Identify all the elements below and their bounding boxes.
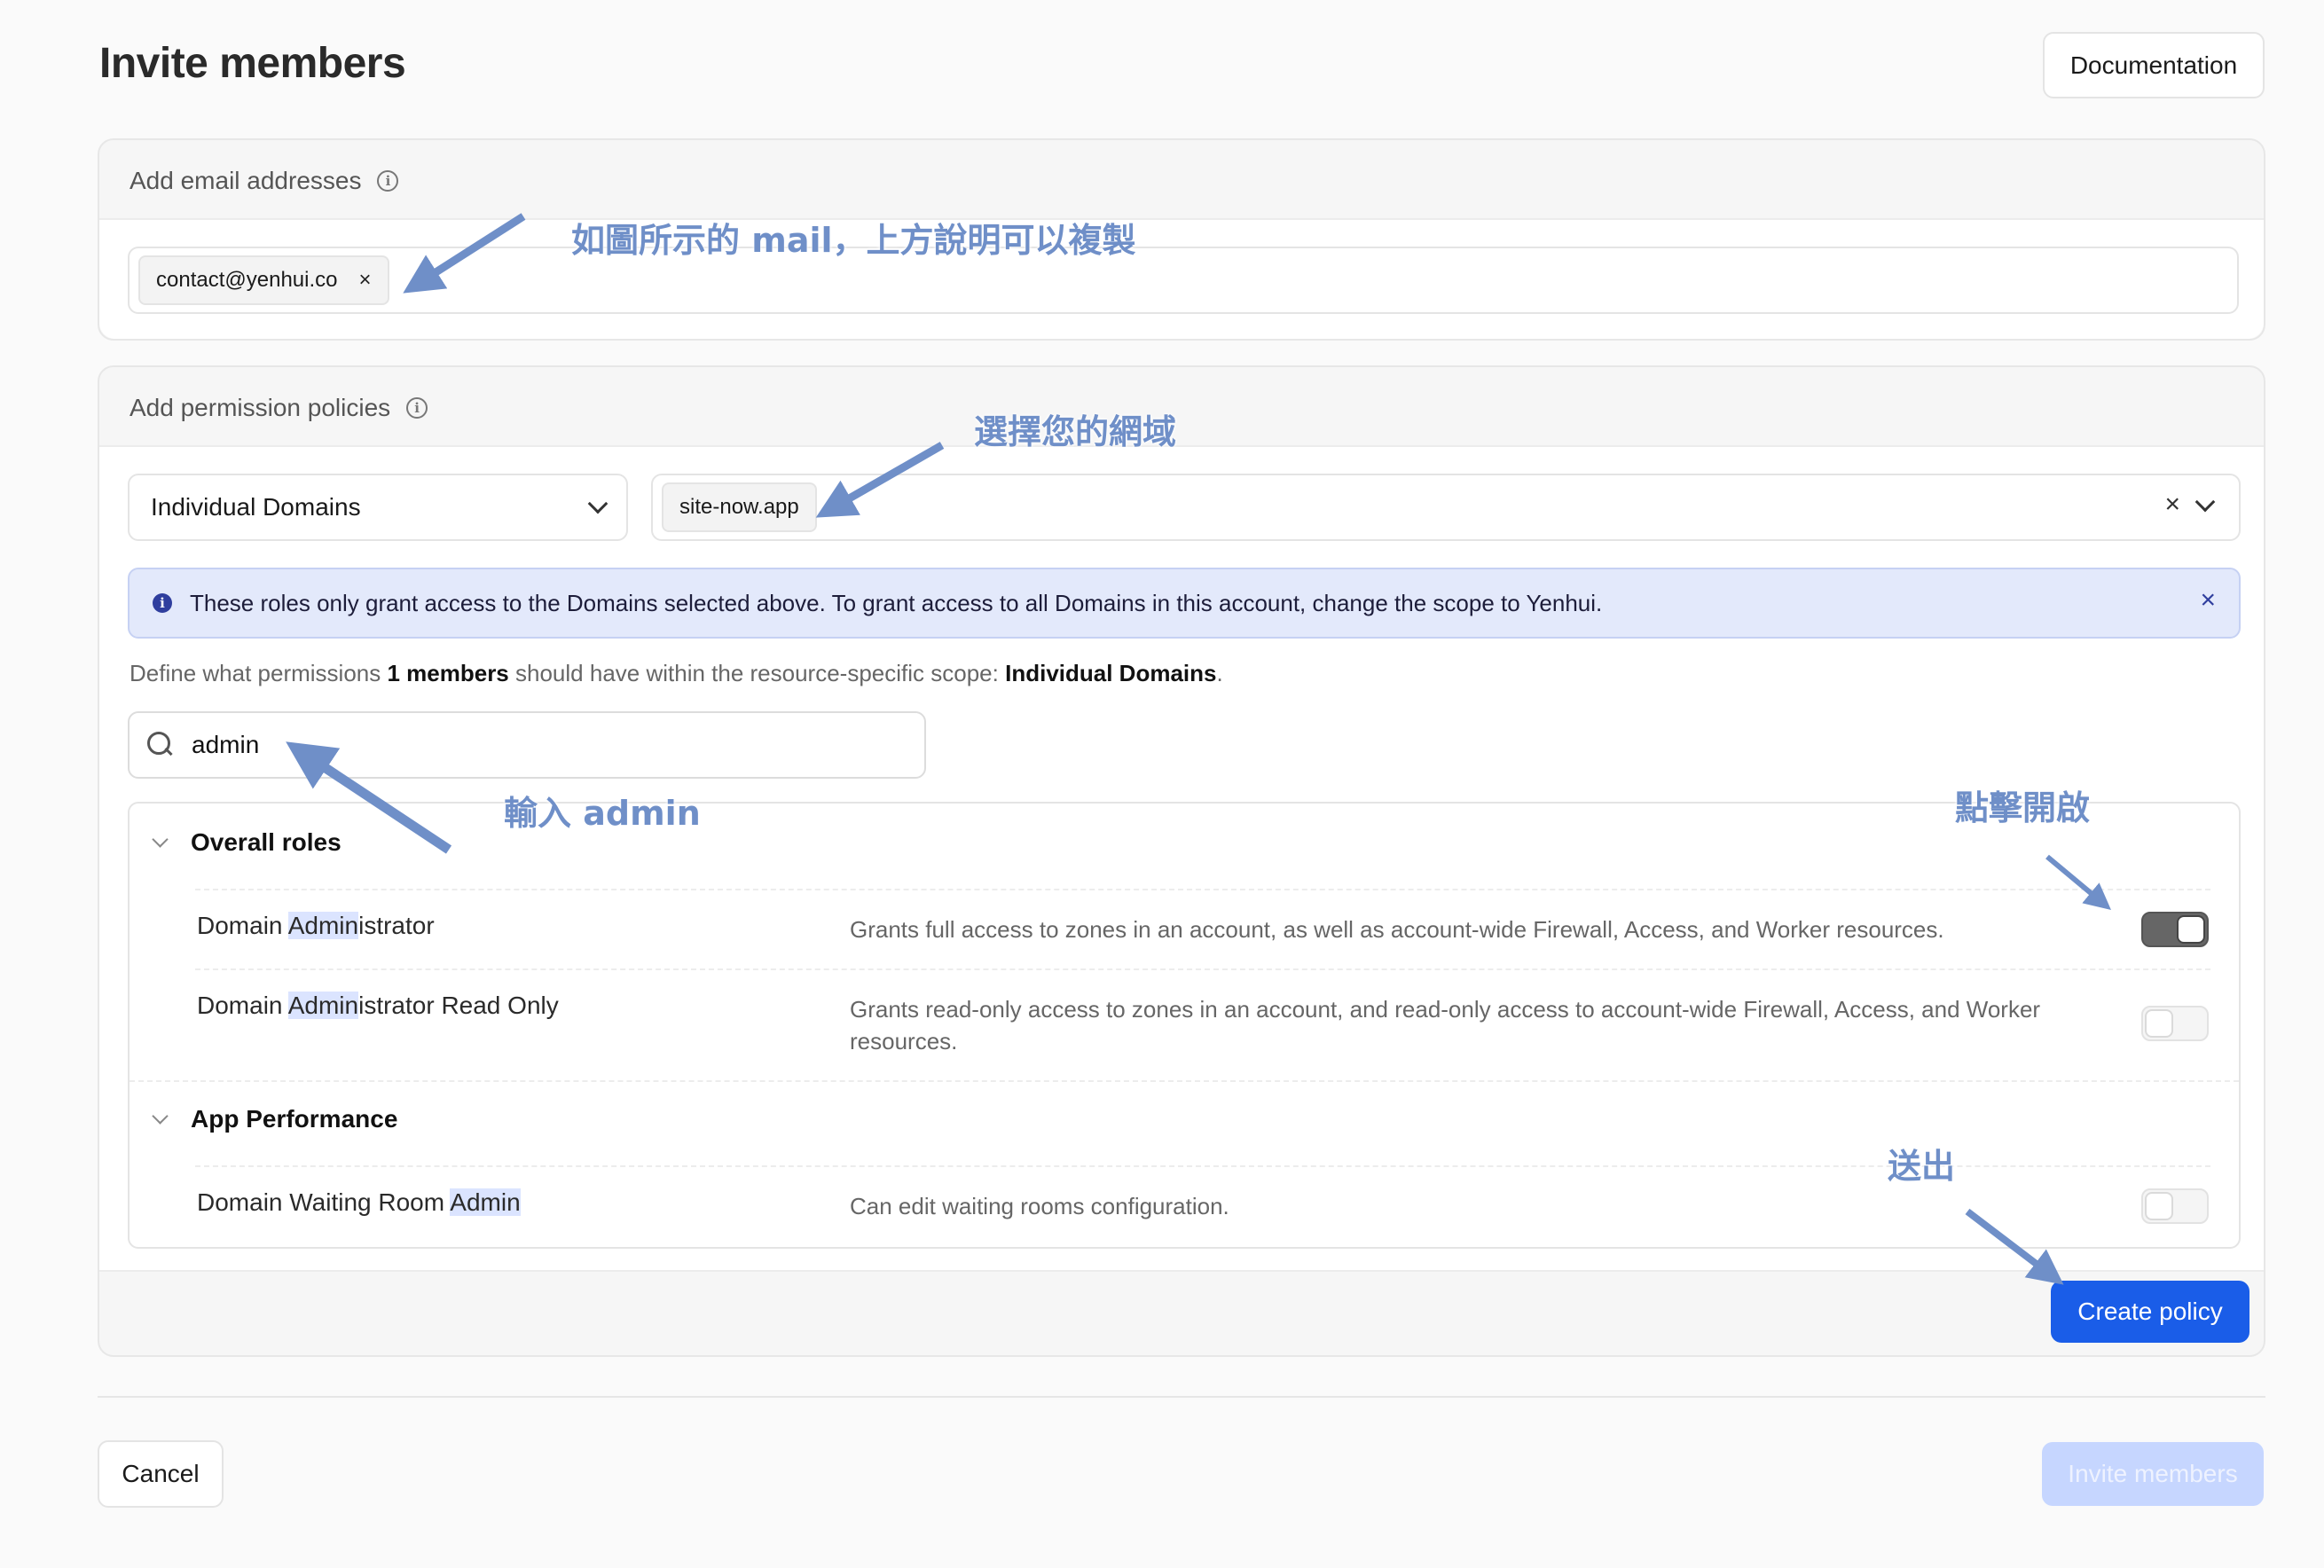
define-scope: Individual Domains (1005, 660, 1217, 686)
role-name: Domain Administrator Read Only (197, 992, 559, 1020)
close-icon[interactable]: × (2200, 585, 2216, 615)
documentation-button[interactable]: Documentation (2043, 32, 2265, 98)
role-name-suffix: istrator Read Only (358, 992, 559, 1019)
email-section-body: contact@yenhui.co × (99, 218, 2264, 339)
create-policy-button[interactable]: Create policy (2051, 1281, 2249, 1343)
email-input[interactable]: contact@yenhui.co × (128, 247, 2239, 314)
search-icon (147, 732, 174, 758)
footer-divider (98, 1396, 2265, 1398)
domain-chip-label: site-now.app (679, 495, 799, 519)
email-chip: contact@yenhui.co × (138, 255, 389, 305)
role-description: Can edit waiting rooms configuration. (850, 1193, 1229, 1219)
define-suffix: . (1216, 660, 1223, 686)
group-header-overall-roles[interactable]: Overall roles (152, 828, 342, 857)
chevron-down-icon (152, 830, 169, 848)
chevron-down-icon (587, 493, 608, 514)
role-name-prefix: Domain (197, 912, 288, 939)
role-toggle-domain-administrator[interactable] (2141, 912, 2209, 947)
info-icon[interactable]: i (406, 397, 428, 419)
role-name-prefix: Domain Waiting Room (197, 1188, 451, 1216)
chevron-down-icon[interactable] (2194, 491, 2216, 513)
email-chip-label: contact@yenhui.co (156, 268, 338, 292)
group-title: Overall roles (191, 828, 342, 856)
define-middle: should have within the resource-specific… (515, 660, 999, 686)
toggle-knob (2177, 915, 2205, 944)
define-prefix: Define what permissions (130, 660, 381, 686)
group-header-app-performance[interactable]: App Performance (152, 1105, 398, 1133)
scope-select-value: Individual Domains (151, 493, 361, 521)
info-icon: i (153, 593, 172, 613)
annotation-email-note: 如圖所示的 mail，上方說明可以複製 (571, 221, 1136, 260)
search-highlight: Admin (450, 1188, 521, 1216)
group-divider (130, 1080, 2239, 1082)
role-name: Domain Waiting Room Admin (197, 1188, 521, 1217)
role-search-input[interactable]: admin (128, 711, 926, 779)
page-title: Invite members (99, 40, 406, 87)
group-title: App Performance (191, 1105, 398, 1133)
email-section-header: Add email addresses i (130, 167, 399, 195)
role-toggle-domain-waiting-room-admin[interactable] (2141, 1188, 2209, 1224)
define-permissions-text: Define what permissions 1 members should… (130, 660, 1223, 687)
role-description: Grants full access to zones in an accoun… (850, 916, 1944, 943)
cancel-button[interactable]: Cancel (98, 1440, 224, 1508)
role-description: Grants read-only access to zones in an a… (850, 996, 2041, 1054)
close-icon[interactable]: × (2164, 490, 2180, 520)
row-divider (195, 889, 2210, 890)
banner-text: These roles only grant access to the Dom… (190, 589, 1603, 616)
permission-section-label: Add permission policies (130, 394, 391, 421)
permission-section-header: Add permission policies i (130, 394, 428, 422)
scope-select[interactable]: Individual Domains (128, 474, 628, 541)
role-name-prefix: Domain (197, 992, 288, 1019)
invite-members-button: Invite members (2042, 1442, 2264, 1506)
search-highlight: Admin (287, 912, 359, 939)
annotation-search-note: 輸入 admin (504, 794, 701, 833)
domain-chip: site-now.app (662, 482, 817, 532)
role-toggle-domain-administrator-read-only[interactable] (2141, 1006, 2209, 1041)
define-count: 1 members (387, 660, 509, 686)
search-value: admin (192, 731, 260, 758)
domain-select[interactable]: site-now.app × (651, 474, 2241, 541)
annotation-domain-note: 選擇您的網域 (974, 412, 1177, 451)
toggle-knob (2145, 1192, 2173, 1220)
role-name-suffix: istrator (358, 912, 435, 939)
role-name: Domain Administrator (197, 912, 435, 940)
chevron-down-icon (152, 1107, 169, 1125)
row-divider (195, 968, 2210, 970)
toggle-knob (2145, 1009, 2173, 1038)
email-section: Add email addresses i contact@yenhui.co … (98, 138, 2265, 341)
annotation-toggle-note: 點擊開啟 (1955, 788, 2091, 827)
info-icon[interactable]: i (377, 170, 399, 192)
close-icon[interactable]: × (358, 268, 371, 293)
info-banner: i These roles only grant access to the D… (128, 568, 2241, 639)
annotation-submit-note: 送出 (1888, 1147, 1956, 1186)
permission-section: Add permission policies i Individual Dom… (98, 365, 2265, 1357)
email-section-label: Add email addresses (130, 167, 362, 194)
search-highlight: Admin (287, 992, 359, 1019)
